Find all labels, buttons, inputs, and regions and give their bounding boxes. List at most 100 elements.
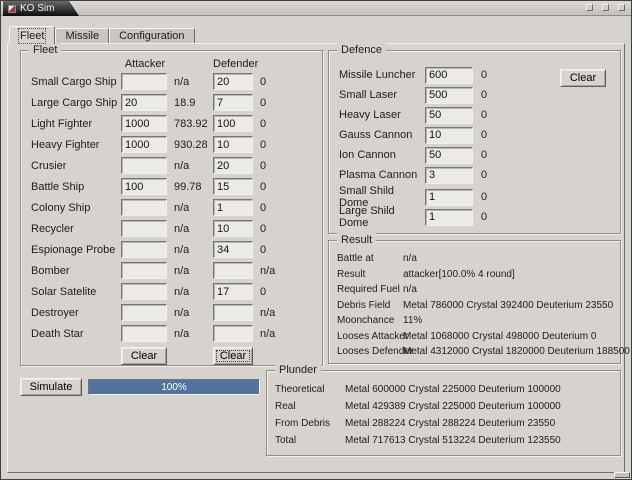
defence-row-ion-cannon: Ion Cannon 0: [329, 145, 620, 165]
defence-group: Defence Clear Missile Luncher 0 Small La…: [328, 43, 621, 234]
tab-configuration-label: Configuration: [119, 30, 185, 42]
attacker-input-espionage-probe[interactable]: [121, 241, 167, 258]
small-laser-input[interactable]: [425, 86, 473, 104]
defender-input-heavy-fighter[interactable]: [213, 136, 253, 153]
defender-result: 0: [260, 285, 267, 298]
fleet-row-crusier: Crusier n/a 0: [21, 155, 322, 176]
ship-label: Espionage Probe: [31, 243, 116, 256]
plunder-row-from-debris: From Debris Metal 288224 Crystal 288224 …: [267, 415, 620, 432]
defender-result: 0: [260, 75, 267, 88]
defender-input-small-cargo[interactable]: [213, 73, 253, 90]
defender-input-bomber[interactable]: [213, 262, 253, 279]
defence-row-plasma-cannon: Plasma Cannon 0: [329, 165, 620, 185]
defender-result: 0: [260, 96, 267, 109]
plasma-cannon-input[interactable]: [425, 166, 473, 184]
defender-input-death-star[interactable]: [213, 325, 253, 342]
defence-legend: Defence: [337, 43, 386, 57]
fleet-row-espionage-probe: Espionage Probe n/a 0: [21, 239, 322, 260]
result-label: Required Fuel: [337, 284, 400, 296]
fleet-group: Fleet Attacker Defender Small Cargo Ship…: [20, 43, 323, 366]
fleet-row-recycler: Recycler n/a 0: [21, 218, 322, 239]
defender-input-recycler[interactable]: [213, 220, 253, 237]
result-row-debris-field: Debris Field Metal 786000 Crystal 392400…: [329, 298, 620, 314]
result-value: Metal 786000 Crystal 392400 Deuterium 23…: [403, 299, 614, 311]
simulate-button[interactable]: Simulate: [20, 378, 82, 396]
result-label: Result: [337, 268, 366, 280]
attacker-input-death-star[interactable]: [121, 325, 167, 342]
attacker-input-recycler[interactable]: [121, 220, 167, 237]
ship-label: Heavy Fighter: [31, 138, 100, 151]
defence-label: Gauss Cannon: [339, 129, 413, 141]
clear-attacker-button[interactable]: Clear: [121, 347, 167, 365]
attacker-input-heavy-fighter[interactable]: [121, 136, 167, 153]
result-value: Metal 4312000 Crystal 1820000 Deuterium …: [403, 346, 630, 358]
ship-label: Solar Satelite: [31, 285, 97, 298]
result-row-moonchance: Moonchance 11%: [329, 313, 620, 329]
plunder-label: Total: [275, 435, 297, 446]
attacker-result: n/a: [174, 327, 190, 340]
ship-label: Battle Ship: [31, 180, 85, 193]
defender-result: n/a: [260, 306, 276, 319]
defence-label: Missile Luncher: [339, 69, 416, 81]
heavy-laser-input[interactable]: [425, 106, 473, 124]
large-shild-dome-input[interactable]: [425, 208, 473, 226]
fleet-row-death-star: Death Star n/a n/a: [21, 323, 322, 344]
defender-input-battle-ship[interactable]: [213, 178, 253, 195]
tab-missile-label: Missile: [65, 30, 100, 42]
defence-row-gauss-cannon: Gauss Cannon 0: [329, 125, 620, 145]
defender-result: n/a: [260, 264, 276, 277]
fleet-row-colony-ship: Colony Ship n/a 0: [21, 197, 322, 218]
defender-input-solar-satelite[interactable]: [213, 283, 253, 300]
defender-result: 0: [260, 222, 267, 235]
window-maximize-button[interactable]: [602, 4, 609, 11]
result-value: 11%: [403, 315, 423, 327]
result-row-battle-at: Battle at n/a: [329, 251, 620, 267]
fleet-row-solar-satelite: Solar Satelite n/a 0: [21, 281, 322, 302]
attacker-input-small-cargo[interactable]: [121, 73, 167, 90]
attacker-input-battle-ship[interactable]: [121, 178, 167, 195]
fleet-row-battle-ship: Battle Ship 99.78 0: [21, 176, 322, 197]
plunder-group: Plunder Theoretical Metal 600000 Crystal…: [266, 363, 621, 456]
plunder-row-real: Real Metal 429389 Crystal 225000 Deuteri…: [267, 398, 620, 415]
attacker-input-crusier[interactable]: [121, 157, 167, 174]
attacker-result: n/a: [174, 264, 190, 277]
window-close-button[interactable]: [618, 4, 625, 11]
window-title-tab[interactable]: KO Sim: [3, 1, 79, 16]
result-value: n/a: [403, 253, 417, 265]
progress-text: 100%: [161, 381, 187, 393]
attacker-input-bomber[interactable]: [121, 262, 167, 279]
clear-defender-button[interactable]: Clear: [213, 347, 253, 365]
attacker-input-light-fighter[interactable]: [121, 115, 167, 132]
ion-cannon-input[interactable]: [425, 146, 473, 164]
tab-configuration[interactable]: Configuration: [109, 28, 195, 43]
tab-bar: Fleet Missile Configuration: [9, 25, 195, 44]
fleet-column-headers: Attacker Defender: [21, 57, 322, 71]
ship-label: Destroyer: [31, 306, 79, 319]
defender-input-destroyer[interactable]: [213, 304, 253, 321]
defender-input-espionage-probe[interactable]: [213, 241, 253, 258]
clear-defence-button[interactable]: Clear: [560, 69, 606, 87]
attacker-input-colony-ship[interactable]: [121, 199, 167, 216]
resize-grip[interactable]: [614, 472, 630, 478]
attacker-input-destroyer[interactable]: [121, 304, 167, 321]
ship-label: Recycler: [31, 222, 74, 235]
result-label: Looses Attacker: [337, 330, 409, 342]
attacker-input-solar-satelite[interactable]: [121, 283, 167, 300]
attacker-result: n/a: [174, 201, 190, 214]
defender-input-large-cargo[interactable]: [213, 94, 253, 111]
titlebar[interactable]: KO Sim: [1, 1, 631, 16]
defence-label: Ion Cannon: [339, 149, 396, 161]
defence-count: 0: [481, 109, 488, 121]
attacker-input-large-cargo[interactable]: [121, 94, 167, 111]
attacker-result: 18.9: [174, 96, 196, 109]
defender-input-crusier[interactable]: [213, 157, 253, 174]
missile-luncher-input[interactable]: [425, 66, 473, 84]
window-minimize-button[interactable]: [586, 4, 593, 11]
small-shild-dome-input[interactable]: [425, 188, 473, 206]
tab-missile[interactable]: Missile: [55, 28, 110, 43]
gauss-cannon-input[interactable]: [425, 126, 473, 144]
defender-input-light-fighter[interactable]: [213, 115, 253, 132]
defender-input-colony-ship[interactable]: [213, 199, 253, 216]
tab-fleet[interactable]: Fleet: [9, 26, 56, 44]
defence-label: Large Shild Dome: [339, 205, 395, 229]
